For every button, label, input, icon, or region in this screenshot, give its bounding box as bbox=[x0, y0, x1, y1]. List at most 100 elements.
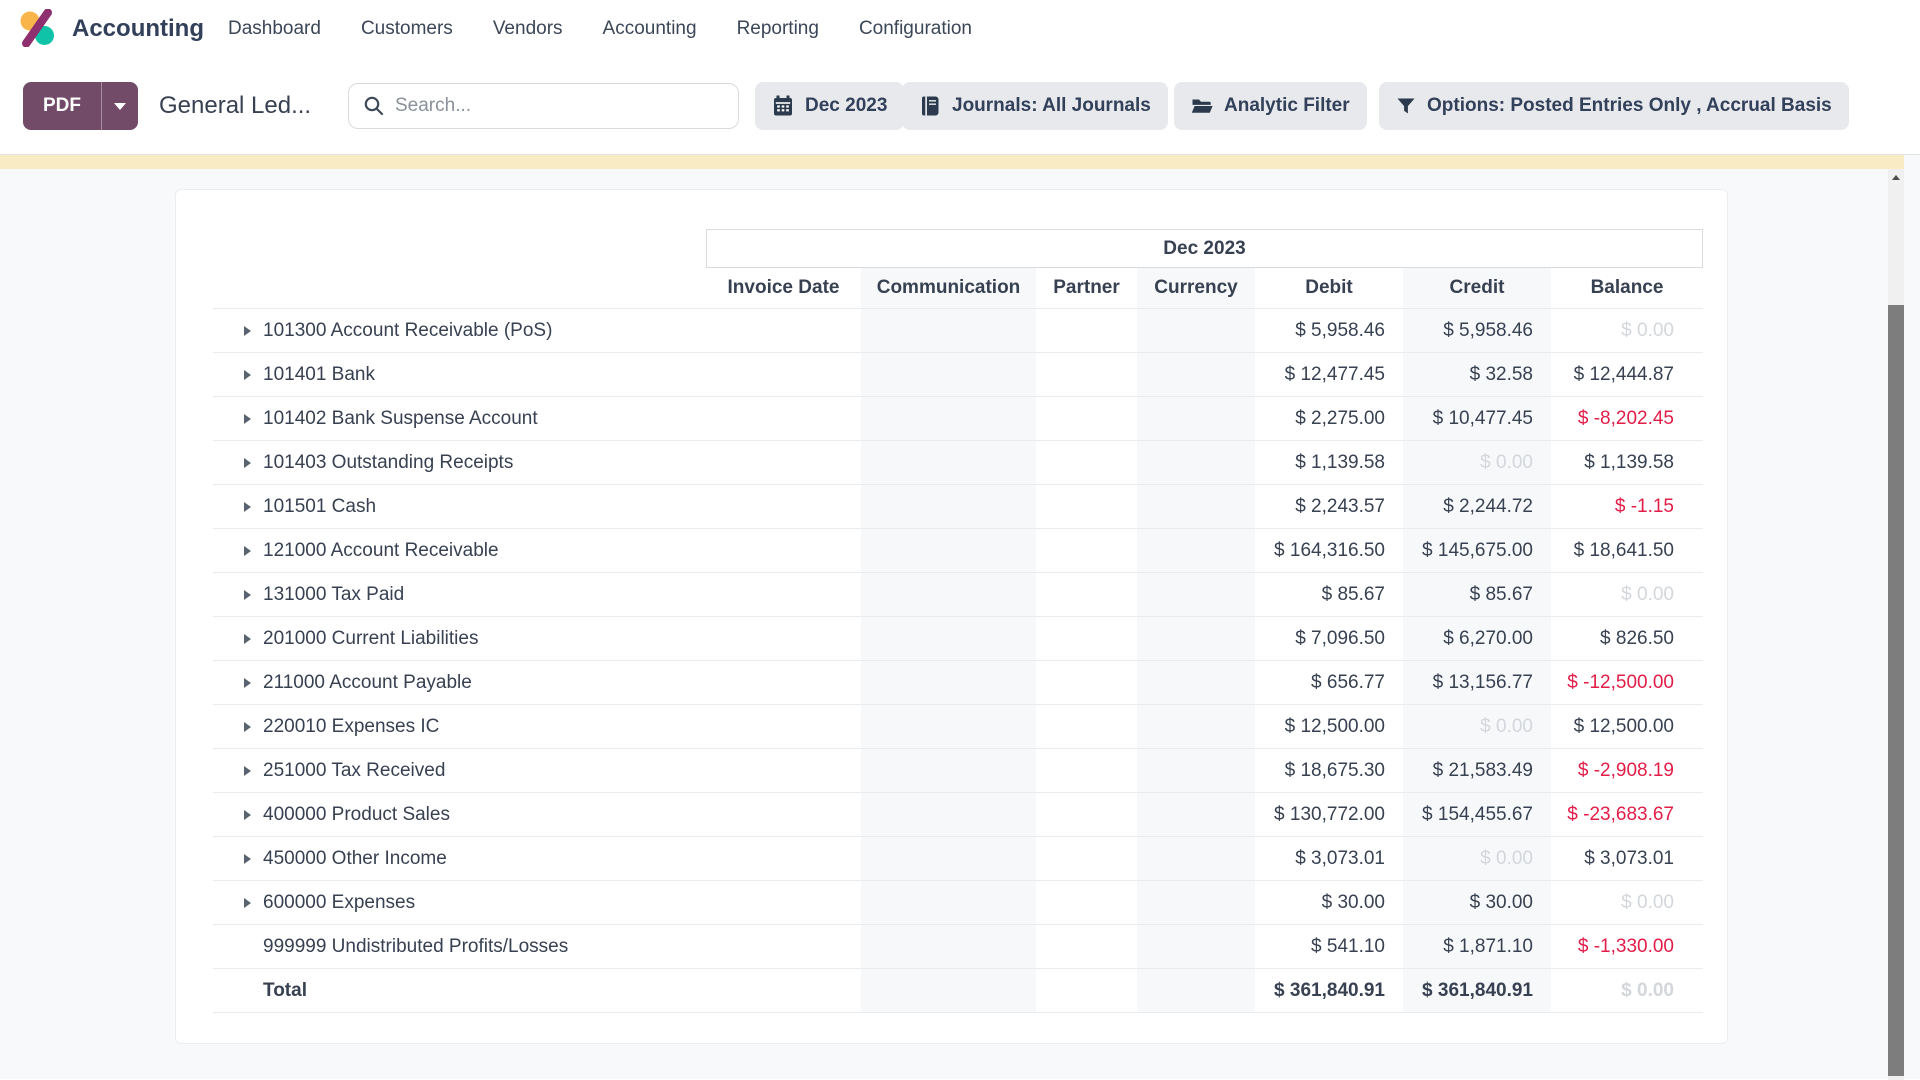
main-area: Dec 2023 Invoice Date Communication Part… bbox=[0, 155, 1920, 1079]
communication-cell bbox=[861, 441, 1036, 484]
column-header-balance: Balance bbox=[1551, 268, 1703, 308]
debit-amount: $ 361,840.91 bbox=[1255, 969, 1403, 1012]
pdf-dropdown-toggle[interactable] bbox=[101, 82, 138, 130]
column-header-partner: Partner bbox=[1036, 268, 1137, 308]
expand-caret-icon[interactable] bbox=[244, 766, 251, 776]
table-body: 101300 Account Receivable (PoS)$ 5,958.4… bbox=[213, 309, 1703, 1013]
menu-configuration[interactable]: Configuration bbox=[859, 18, 972, 40]
communication-cell bbox=[861, 661, 1036, 704]
invoice-date-cell bbox=[706, 837, 861, 880]
pdf-button-label[interactable]: PDF bbox=[23, 82, 101, 130]
expand-caret-icon[interactable] bbox=[244, 854, 251, 864]
account-row[interactable]: 101401 Bank$ 12,477.45$ 32.58$ 12,444.87 bbox=[213, 353, 1703, 397]
calendar-icon bbox=[772, 95, 794, 117]
account-name: 251000 Tax Received bbox=[263, 760, 445, 782]
general-ledger-card: Dec 2023 Invoice Date Communication Part… bbox=[175, 189, 1728, 1044]
search-icon bbox=[363, 95, 385, 117]
menu-customers[interactable]: Customers bbox=[361, 18, 453, 40]
currency-cell bbox=[1137, 925, 1255, 968]
expand-caret-icon[interactable] bbox=[244, 590, 251, 600]
account-row[interactable]: 101403 Outstanding Receipts$ 1,139.58$ 0… bbox=[213, 441, 1703, 485]
expand-caret-icon[interactable] bbox=[244, 634, 251, 644]
balance-amount: $ -23,683.67 bbox=[1551, 793, 1703, 836]
expand-caret-icon[interactable] bbox=[244, 370, 251, 380]
expand-caret-icon[interactable] bbox=[244, 678, 251, 688]
account-row[interactable]: 400000 Product Sales$ 130,772.00$ 154,45… bbox=[213, 793, 1703, 837]
pdf-export-button[interactable]: PDF bbox=[23, 82, 138, 130]
account-row[interactable]: 131000 Tax Paid$ 85.67$ 85.67$ 0.00 bbox=[213, 573, 1703, 617]
account-row[interactable]: 220010 Expenses IC$ 12,500.00$ 0.00$ 12,… bbox=[213, 705, 1703, 749]
scrollbar-thumb[interactable] bbox=[1888, 305, 1904, 1076]
account-row[interactable]: 211000 Account Payable$ 656.77$ 13,156.7… bbox=[213, 661, 1703, 705]
account-row[interactable]: 600000 Expenses$ 30.00$ 30.00$ 0.00 bbox=[213, 881, 1703, 925]
menu-dashboard[interactable]: Dashboard bbox=[228, 18, 321, 40]
period-header: Dec 2023 bbox=[706, 229, 1703, 268]
total-row[interactable]: Total$ 361,840.91$ 361,840.91$ 0.00 bbox=[213, 969, 1703, 1013]
menu-accounting[interactable]: Accounting bbox=[603, 18, 697, 40]
debit-amount: $ 1,139.58 bbox=[1255, 441, 1403, 484]
account-name-cell: 251000 Tax Received bbox=[213, 749, 706, 792]
date-filter-button[interactable]: Dec 2023 bbox=[755, 82, 904, 130]
scrollbar-up-button[interactable] bbox=[1888, 169, 1904, 185]
debit-amount: $ 5,958.46 bbox=[1255, 309, 1403, 352]
account-row[interactable]: 450000 Other Income$ 3,073.01$ 0.00$ 3,0… bbox=[213, 837, 1703, 881]
invoice-date-cell bbox=[706, 969, 861, 1012]
account-row[interactable]: 101402 Bank Suspense Account$ 2,275.00$ … bbox=[213, 397, 1703, 441]
expand-caret-icon[interactable] bbox=[244, 458, 251, 468]
vertical-scrollbar[interactable] bbox=[1888, 169, 1904, 1080]
account-row[interactable]: 101300 Account Receivable (PoS)$ 5,958.4… bbox=[213, 309, 1703, 353]
folder-open-icon bbox=[1191, 95, 1213, 117]
account-row[interactable]: 101501 Cash$ 2,243.57$ 2,244.72$ -1.15 bbox=[213, 485, 1703, 529]
partner-cell bbox=[1036, 309, 1137, 352]
account-name: 211000 Account Payable bbox=[263, 672, 472, 694]
credit-amount: $ 361,840.91 bbox=[1403, 969, 1551, 1012]
date-filter-label: Dec 2023 bbox=[805, 95, 887, 117]
balance-amount: $ 0.00 bbox=[1551, 969, 1703, 1012]
partner-cell bbox=[1036, 881, 1137, 924]
account-row[interactable]: 251000 Tax Received$ 18,675.30$ 21,583.4… bbox=[213, 749, 1703, 793]
currency-cell bbox=[1137, 661, 1255, 704]
journals-filter-label: Journals: All Journals bbox=[952, 95, 1151, 117]
debit-amount: $ 3,073.01 bbox=[1255, 837, 1403, 880]
communication-cell bbox=[861, 793, 1036, 836]
search-box[interactable] bbox=[348, 83, 739, 129]
account-name: 600000 Expenses bbox=[263, 892, 415, 914]
options-filter-button[interactable]: Options: Posted Entries Only , Accrual B… bbox=[1379, 82, 1849, 130]
expand-caret-icon[interactable] bbox=[244, 810, 251, 820]
communication-cell bbox=[861, 485, 1036, 528]
currency-cell bbox=[1137, 441, 1255, 484]
credit-amount: $ 85.67 bbox=[1403, 573, 1551, 616]
account-name-cell: Total bbox=[213, 969, 706, 1012]
partner-cell bbox=[1036, 353, 1137, 396]
debit-amount: $ 12,477.45 bbox=[1255, 353, 1403, 396]
search-input[interactable] bbox=[395, 95, 724, 117]
debit-amount: $ 7,096.50 bbox=[1255, 617, 1403, 660]
credit-amount: $ 145,675.00 bbox=[1403, 529, 1551, 572]
expand-caret-icon[interactable] bbox=[244, 502, 251, 512]
account-name: 999999 Undistributed Profits/Losses bbox=[263, 936, 568, 958]
app-name[interactable]: Accounting bbox=[72, 0, 204, 57]
account-row[interactable]: 121000 Account Receivable$ 164,316.50$ 1… bbox=[213, 529, 1703, 573]
menu-vendors[interactable]: Vendors bbox=[493, 18, 563, 40]
balance-amount: $ 1,139.58 bbox=[1551, 441, 1703, 484]
partner-cell bbox=[1036, 617, 1137, 660]
expand-caret-icon[interactable] bbox=[244, 898, 251, 908]
invoice-date-cell bbox=[706, 573, 861, 616]
column-header-invoice-date: Invoice Date bbox=[706, 268, 861, 308]
expand-caret-icon[interactable] bbox=[244, 326, 251, 336]
journals-filter-button[interactable]: Journals: All Journals bbox=[902, 82, 1168, 130]
analytic-filter-button[interactable]: Analytic Filter bbox=[1174, 82, 1367, 130]
expand-caret-icon[interactable] bbox=[244, 414, 251, 424]
account-name: 121000 Account Receivable bbox=[263, 540, 499, 562]
expand-caret-icon[interactable] bbox=[244, 722, 251, 732]
invoice-date-cell bbox=[706, 441, 861, 484]
account-row[interactable]: 201000 Current Liabilities$ 7,096.50$ 6,… bbox=[213, 617, 1703, 661]
odoo-accounting-app-icon[interactable] bbox=[18, 9, 56, 47]
expand-caret-icon[interactable] bbox=[244, 546, 251, 556]
communication-cell bbox=[861, 353, 1036, 396]
account-row[interactable]: 999999 Undistributed Profits/Losses$ 541… bbox=[213, 925, 1703, 969]
currency-cell bbox=[1137, 749, 1255, 792]
currency-cell bbox=[1137, 353, 1255, 396]
menu-reporting[interactable]: Reporting bbox=[737, 18, 819, 40]
credit-amount: $ 0.00 bbox=[1403, 441, 1551, 484]
